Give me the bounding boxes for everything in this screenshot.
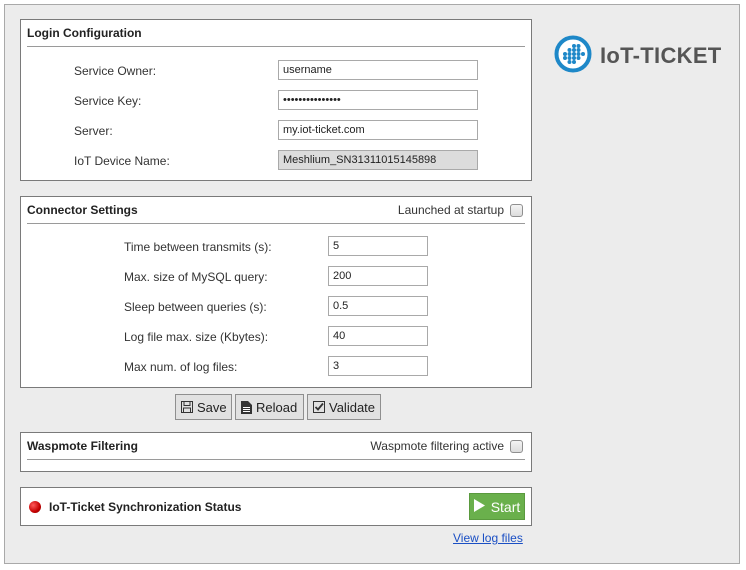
waspmote-filtering-toggle[interactable]: Waspmote filtering active bbox=[370, 439, 523, 453]
service-key-label: Service Key: bbox=[74, 94, 142, 108]
waspmote-filtering-label: Waspmote filtering active bbox=[370, 439, 504, 453]
waspmote-filtering-panel: Waspmote Filtering Waspmote filtering ac… bbox=[20, 432, 532, 472]
logo: IoT-TICKET bbox=[554, 35, 722, 76]
reload-label: Reload bbox=[256, 399, 298, 415]
launched-at-startup-label: Launched at startup bbox=[397, 203, 504, 217]
check-square-icon bbox=[313, 401, 325, 413]
panel-header: Waspmote Filtering Waspmote filtering ac… bbox=[27, 433, 525, 460]
sync-status-panel: IoT-Ticket Synchronization Status Start bbox=[20, 487, 532, 526]
sleep-between-queries-label: Sleep between queries (s): bbox=[124, 300, 267, 314]
panel-header: Connector Settings Launched at startup bbox=[27, 197, 525, 224]
sleep-between-queries-input[interactable] bbox=[328, 296, 428, 316]
iot-ticket-logo-icon bbox=[554, 35, 592, 76]
service-key-input[interactable] bbox=[278, 90, 478, 110]
launched-at-startup-checkbox[interactable] bbox=[510, 203, 523, 217]
panel-title: Waspmote Filtering bbox=[27, 439, 138, 453]
panel-title: Login Configuration bbox=[27, 26, 142, 40]
device-name-input bbox=[278, 150, 478, 170]
log-file-max-size-input[interactable] bbox=[328, 326, 428, 346]
launched-at-startup-toggle[interactable]: Launched at startup bbox=[398, 203, 523, 217]
transmit-interval-input[interactable] bbox=[328, 236, 428, 256]
waspmote-filtering-checkbox[interactable] bbox=[510, 439, 523, 453]
server-label: Server: bbox=[74, 124, 113, 138]
service-owner-input[interactable] bbox=[278, 60, 478, 80]
floppy-disk-icon bbox=[181, 401, 193, 413]
max-log-files-label: Max num. of log files: bbox=[124, 360, 238, 374]
save-button[interactable]: Save bbox=[175, 394, 232, 420]
server-input[interactable] bbox=[278, 120, 478, 140]
transmit-interval-label: Time between transmits (s): bbox=[124, 240, 272, 254]
log-file-max-size-label: Log file max. size (Kbytes): bbox=[124, 330, 269, 344]
start-button[interactable]: Start bbox=[469, 493, 525, 520]
logo-text: IoT-TICKET bbox=[600, 42, 722, 68]
save-label: Save bbox=[197, 399, 227, 415]
validate-button[interactable]: Validate bbox=[307, 394, 381, 420]
mysql-query-size-label: Max. size of MySQL query: bbox=[124, 270, 268, 284]
start-label: Start bbox=[490, 498, 521, 515]
login-configuration-panel: Login Configuration Service Owner: Servi… bbox=[20, 19, 532, 181]
panel-header: Login Configuration bbox=[27, 20, 525, 47]
play-icon bbox=[473, 498, 485, 515]
mysql-query-size-input[interactable] bbox=[328, 266, 428, 286]
panel-title: Connector Settings bbox=[27, 203, 138, 217]
device-name-label: IoT Device Name: bbox=[74, 154, 170, 168]
sync-status-title: IoT-Ticket Synchronization Status bbox=[49, 500, 242, 514]
file-icon bbox=[241, 400, 252, 414]
max-log-files-input[interactable] bbox=[328, 356, 428, 376]
validate-label: Validate bbox=[329, 399, 376, 415]
service-owner-label: Service Owner: bbox=[74, 64, 157, 78]
view-log-files-link[interactable]: View log files bbox=[453, 531, 523, 545]
connector-settings-panel: Connector Settings Launched at startup T… bbox=[20, 196, 532, 388]
reload-button[interactable]: Reload bbox=[235, 394, 304, 420]
status-indicator-icon bbox=[29, 501, 41, 513]
